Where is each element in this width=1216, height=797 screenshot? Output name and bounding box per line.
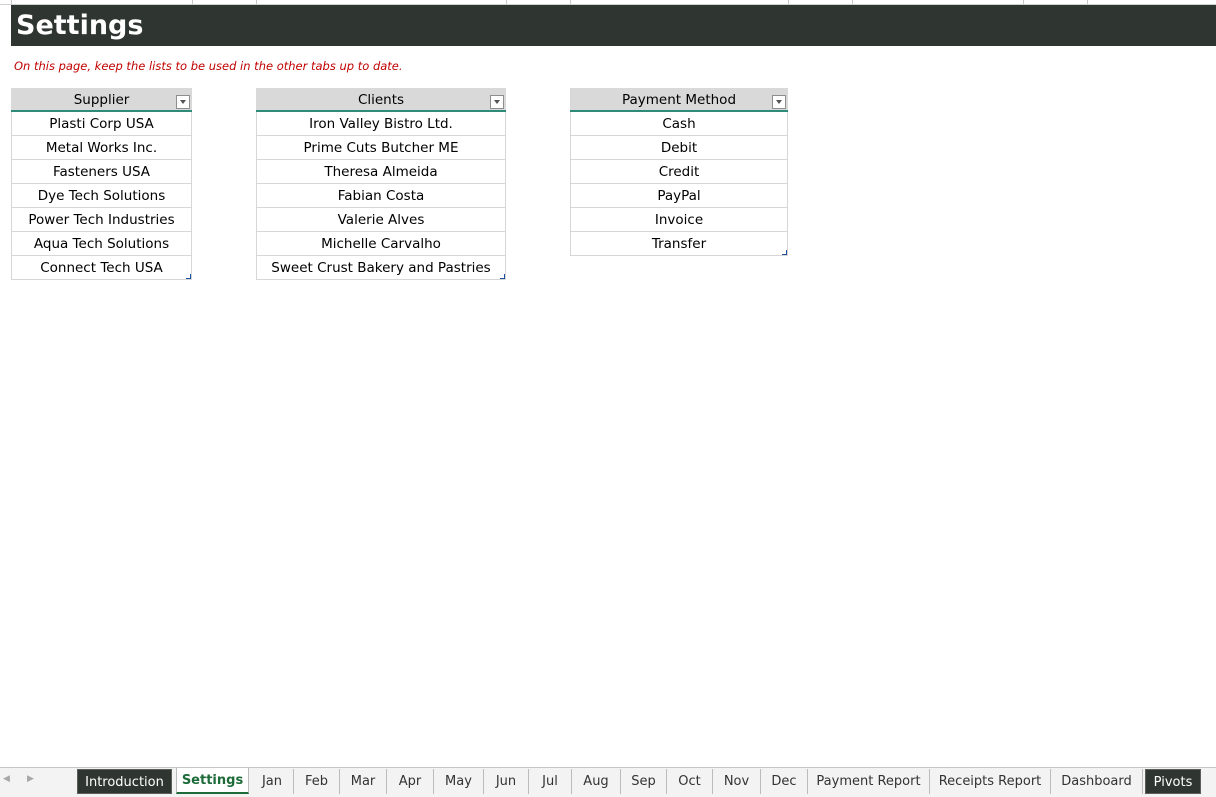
table-row[interactable]: Invoice: [570, 208, 788, 232]
table-row[interactable]: Theresa Almeida: [256, 160, 506, 184]
clients-table: Clients Iron Valley Bistro Ltd. Prime Cu…: [256, 88, 506, 280]
prev-sheet-icon[interactable]: ◀: [3, 774, 10, 784]
tab-dec[interactable]: Dec: [761, 769, 808, 794]
payment-method-header-label: Payment Method: [621, 92, 737, 108]
table-row[interactable]: Prime Cuts Butcher ME: [256, 136, 506, 160]
tab-pivots[interactable]: Pivots: [1145, 769, 1201, 794]
supplier-header-label: Supplier: [73, 92, 130, 108]
table-row[interactable]: Cash: [570, 112, 788, 136]
tab-nov[interactable]: Nov: [713, 769, 761, 794]
table-row[interactable]: Sweet Crust Bakery and Pastries: [256, 256, 506, 280]
tab-dashboard[interactable]: Dashboard: [1051, 769, 1143, 794]
filter-dropdown-icon[interactable]: [490, 95, 504, 109]
table-row[interactable]: PayPal: [570, 184, 788, 208]
tab-feb[interactable]: Feb: [294, 769, 340, 794]
tab-oct[interactable]: Oct: [667, 769, 713, 794]
table-row[interactable]: Fabian Costa: [256, 184, 506, 208]
tab-jul[interactable]: Jul: [529, 769, 572, 794]
tab-payment-report[interactable]: Payment Report: [808, 769, 930, 794]
payment-method-table: Payment Method Cash Debit Credit PayPal …: [570, 88, 788, 256]
table-row[interactable]: Dye Tech Solutions: [11, 184, 192, 208]
table-row[interactable]: Metal Works Inc.: [11, 136, 192, 160]
filter-dropdown-icon[interactable]: [176, 95, 190, 109]
tab-may[interactable]: May: [434, 769, 484, 794]
instruction-note: On this page, keep the lists to be used …: [14, 59, 403, 73]
sheet-tab-bar: ◀ ▶ Introduction Settings Jan Feb Mar Ap…: [0, 767, 1216, 797]
tab-mar[interactable]: Mar: [340, 769, 387, 794]
table-row[interactable]: Transfer: [570, 232, 788, 256]
tab-sep[interactable]: Sep: [621, 769, 667, 794]
table-row[interactable]: Fasteners USA: [11, 160, 192, 184]
tab-jun[interactable]: Jun: [484, 769, 529, 794]
table-resize-handle-icon[interactable]: [782, 250, 787, 255]
table-row[interactable]: Debit: [570, 136, 788, 160]
table-resize-handle-icon[interactable]: [500, 274, 505, 279]
page-title: Settings: [11, 5, 1216, 46]
table-row[interactable]: Valerie Alves: [256, 208, 506, 232]
table-row[interactable]: Connect Tech USA: [11, 256, 192, 280]
tab-receipts-report[interactable]: Receipts Report: [930, 769, 1051, 794]
supplier-table: Supplier Plasti Corp USA Metal Works Inc…: [11, 88, 192, 280]
tab-aug[interactable]: Aug: [572, 769, 621, 794]
table-row[interactable]: Power Tech Industries: [11, 208, 192, 232]
tab-introduction[interactable]: Introduction: [77, 769, 172, 794]
tab-apr[interactable]: Apr: [387, 769, 434, 794]
supplier-header: Supplier: [11, 88, 192, 112]
tab-jan[interactable]: Jan: [251, 769, 294, 794]
table-row[interactable]: Plasti Corp USA: [11, 112, 192, 136]
clients-header-label: Clients: [357, 92, 405, 108]
table-row[interactable]: Iron Valley Bistro Ltd.: [256, 112, 506, 136]
table-resize-handle-icon[interactable]: [186, 274, 191, 279]
clients-header: Clients: [256, 88, 506, 112]
next-sheet-icon[interactable]: ▶: [27, 774, 34, 784]
table-row[interactable]: Michelle Carvalho: [256, 232, 506, 256]
payment-method-header: Payment Method: [570, 88, 788, 112]
table-row[interactable]: Credit: [570, 160, 788, 184]
tab-settings[interactable]: Settings: [176, 768, 249, 794]
table-row[interactable]: Aqua Tech Solutions: [11, 232, 192, 256]
filter-dropdown-icon[interactable]: [772, 95, 786, 109]
